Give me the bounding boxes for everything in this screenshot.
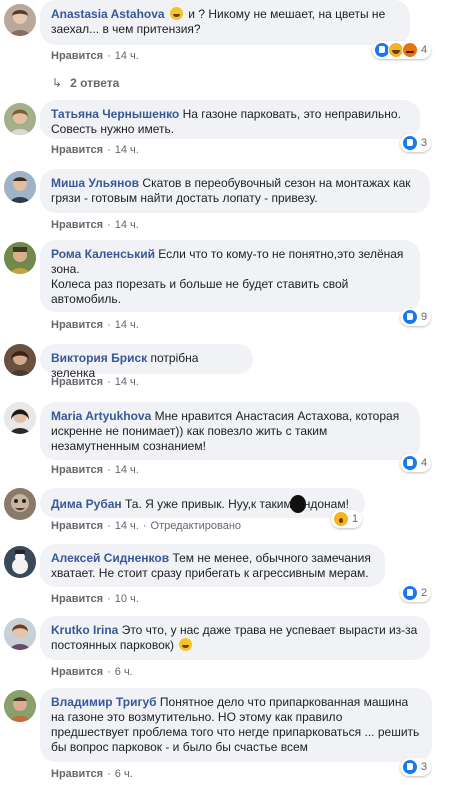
comment-bubble: Maria Artyukhova Мне нравится Анастасия … bbox=[40, 402, 420, 460]
comment-meta: Нравится · 14 ч. · Отредактировано bbox=[51, 520, 242, 532]
comment-author[interactable]: Anastasia Astahova bbox=[51, 7, 165, 21]
reactions-badge[interactable]: 1 bbox=[331, 510, 363, 528]
comment-bubble: Владимир Тригуб Понятное дело что припар… bbox=[40, 688, 432, 762]
comment-text-part2: ндонам! bbox=[303, 497, 349, 511]
reactions-badge[interactable]: 3 bbox=[400, 758, 432, 776]
comment-bubble: Татьяна Чернышенко На газоне парковать, … bbox=[40, 100, 420, 139]
comment-author[interactable]: Алексей Сидненков bbox=[51, 551, 169, 565]
avatar[interactable] bbox=[4, 690, 36, 722]
comment-meta: Нравится · 14 ч. bbox=[51, 376, 139, 388]
like-reaction-icon bbox=[402, 309, 418, 325]
reactions-badge[interactable]: 2 bbox=[400, 584, 432, 602]
comment-meta: Нравится · 14 ч. bbox=[51, 144, 139, 156]
comment-bubble: Миша Ульянов Скатов в переобувочный сезо… bbox=[40, 169, 430, 213]
comment-bubble: Алексей Сидненков Тем не менее, обычного… bbox=[40, 544, 385, 587]
comment-meta: Нравится · 10 ч. bbox=[51, 593, 139, 605]
like-link[interactable]: Нравится bbox=[51, 666, 103, 678]
timestamp[interactable]: 14 ч. bbox=[115, 376, 139, 388]
comment-meta: Нравится · 6 ч. bbox=[51, 666, 133, 678]
comment-meta: Нравится · 14 ч. bbox=[51, 319, 139, 331]
timestamp[interactable]: 14 ч. bbox=[115, 144, 139, 156]
avatar[interactable] bbox=[4, 402, 36, 434]
reaction-count: 2 bbox=[421, 587, 428, 599]
laughing-emoji-icon bbox=[179, 638, 193, 651]
reactions-badge[interactable]: 9 bbox=[400, 308, 432, 326]
timestamp[interactable]: 14 ч. bbox=[115, 464, 139, 476]
avatar[interactable] bbox=[4, 171, 36, 203]
angry-reaction-icon bbox=[402, 42, 418, 58]
timestamp[interactable]: 14 ч. bbox=[115, 319, 139, 331]
wow-reaction-icon bbox=[333, 511, 349, 527]
timestamp[interactable]: 14 ч. bbox=[115, 219, 139, 231]
comment-author[interactable]: Maria Artyukhova bbox=[51, 409, 151, 423]
smiley-icon bbox=[169, 7, 183, 20]
avatar[interactable] bbox=[4, 344, 36, 376]
comment-author[interactable]: Виктория Бриск bbox=[51, 351, 147, 365]
comment-text-part1: Та. Я уже привык. Нуу,к таким bbox=[125, 497, 292, 511]
timestamp[interactable]: 6 ч. bbox=[115, 768, 133, 780]
avatar[interactable] bbox=[4, 546, 36, 578]
avatar[interactable] bbox=[4, 618, 36, 650]
like-reaction-icon bbox=[402, 759, 418, 775]
comment-meta: Нравится · 14 ч. bbox=[51, 219, 139, 231]
like-link[interactable]: Нравится bbox=[51, 319, 103, 331]
comment-meta: Нравится · 6 ч. bbox=[51, 768, 133, 780]
avatar[interactable] bbox=[4, 4, 36, 36]
comment-bubble: Дима Рубан Та. Я уже привык. Нуу,к таким… bbox=[40, 488, 365, 518]
like-reaction-icon bbox=[402, 585, 418, 601]
like-link[interactable]: Нравится bbox=[51, 376, 103, 388]
avatar[interactable] bbox=[4, 242, 36, 274]
reaction-count: 4 bbox=[421, 457, 428, 469]
comment-bubble: Anastasia Astahova и ? Никому не мешает,… bbox=[40, 0, 410, 45]
comment-bubble: Рома Каленський Если что то кому-то не п… bbox=[40, 240, 420, 312]
reactions-badge[interactable]: 3 bbox=[400, 134, 432, 152]
timestamp[interactable]: 14 ч. bbox=[115, 520, 139, 532]
reaction-count: 3 bbox=[421, 137, 428, 149]
reactions-badge[interactable]: 4 bbox=[372, 41, 432, 59]
like-link[interactable]: Нравится bbox=[51, 219, 103, 231]
comment-author[interactable]: Владимир Тригуб bbox=[51, 695, 157, 709]
replies-label: 2 ответа bbox=[70, 76, 120, 90]
comment-bubble: Krutko Irina Это что, у нас даже трава н… bbox=[40, 616, 430, 660]
like-link[interactable]: Нравится bbox=[51, 768, 103, 780]
comment-meta: Нравится · 14 ч. bbox=[51, 50, 139, 62]
like-reaction-icon bbox=[402, 135, 418, 151]
avatar[interactable] bbox=[4, 488, 36, 520]
edited-label: Отредактировано bbox=[150, 520, 242, 532]
comment-author[interactable]: Рома Каленський bbox=[51, 247, 155, 261]
timestamp[interactable]: 10 ч. bbox=[115, 593, 139, 605]
reaction-count: 1 bbox=[352, 513, 359, 525]
reply-arrow-icon: ↳ bbox=[52, 76, 63, 90]
like-link[interactable]: Нравится bbox=[51, 464, 103, 476]
comment-text-line2: Колеса раз порезать и больше не будет ст… bbox=[51, 277, 349, 306]
like-reaction-icon bbox=[402, 455, 418, 471]
reaction-count: 4 bbox=[421, 44, 428, 56]
reaction-count: 9 bbox=[421, 311, 428, 323]
comment-author[interactable]: Krutko Irina bbox=[51, 623, 118, 637]
reaction-count: 3 bbox=[421, 761, 428, 773]
comment-bubble: Виктория Бриск потрібна зеленка bbox=[40, 344, 253, 380]
like-link[interactable]: Нравится bbox=[51, 144, 103, 156]
like-link[interactable]: Нравится bbox=[51, 50, 103, 62]
timestamp[interactable]: 6 ч. bbox=[115, 666, 133, 678]
comment-author[interactable]: Татьяна Чернышенко bbox=[51, 107, 179, 121]
avatar[interactable] bbox=[4, 103, 36, 135]
comment-author[interactable]: Миша Ульянов bbox=[51, 176, 139, 190]
comment-meta: Нравится · 14 ч. bbox=[51, 464, 139, 476]
timestamp[interactable]: 14 ч. bbox=[115, 50, 139, 62]
like-link[interactable]: Нравится bbox=[51, 520, 103, 532]
view-replies-link[interactable]: ↳ 2 ответа bbox=[52, 76, 119, 90]
comment-author[interactable]: Дима Рубан bbox=[51, 497, 122, 511]
reactions-badge[interactable]: 4 bbox=[400, 454, 432, 472]
like-link[interactable]: Нравится bbox=[51, 593, 103, 605]
